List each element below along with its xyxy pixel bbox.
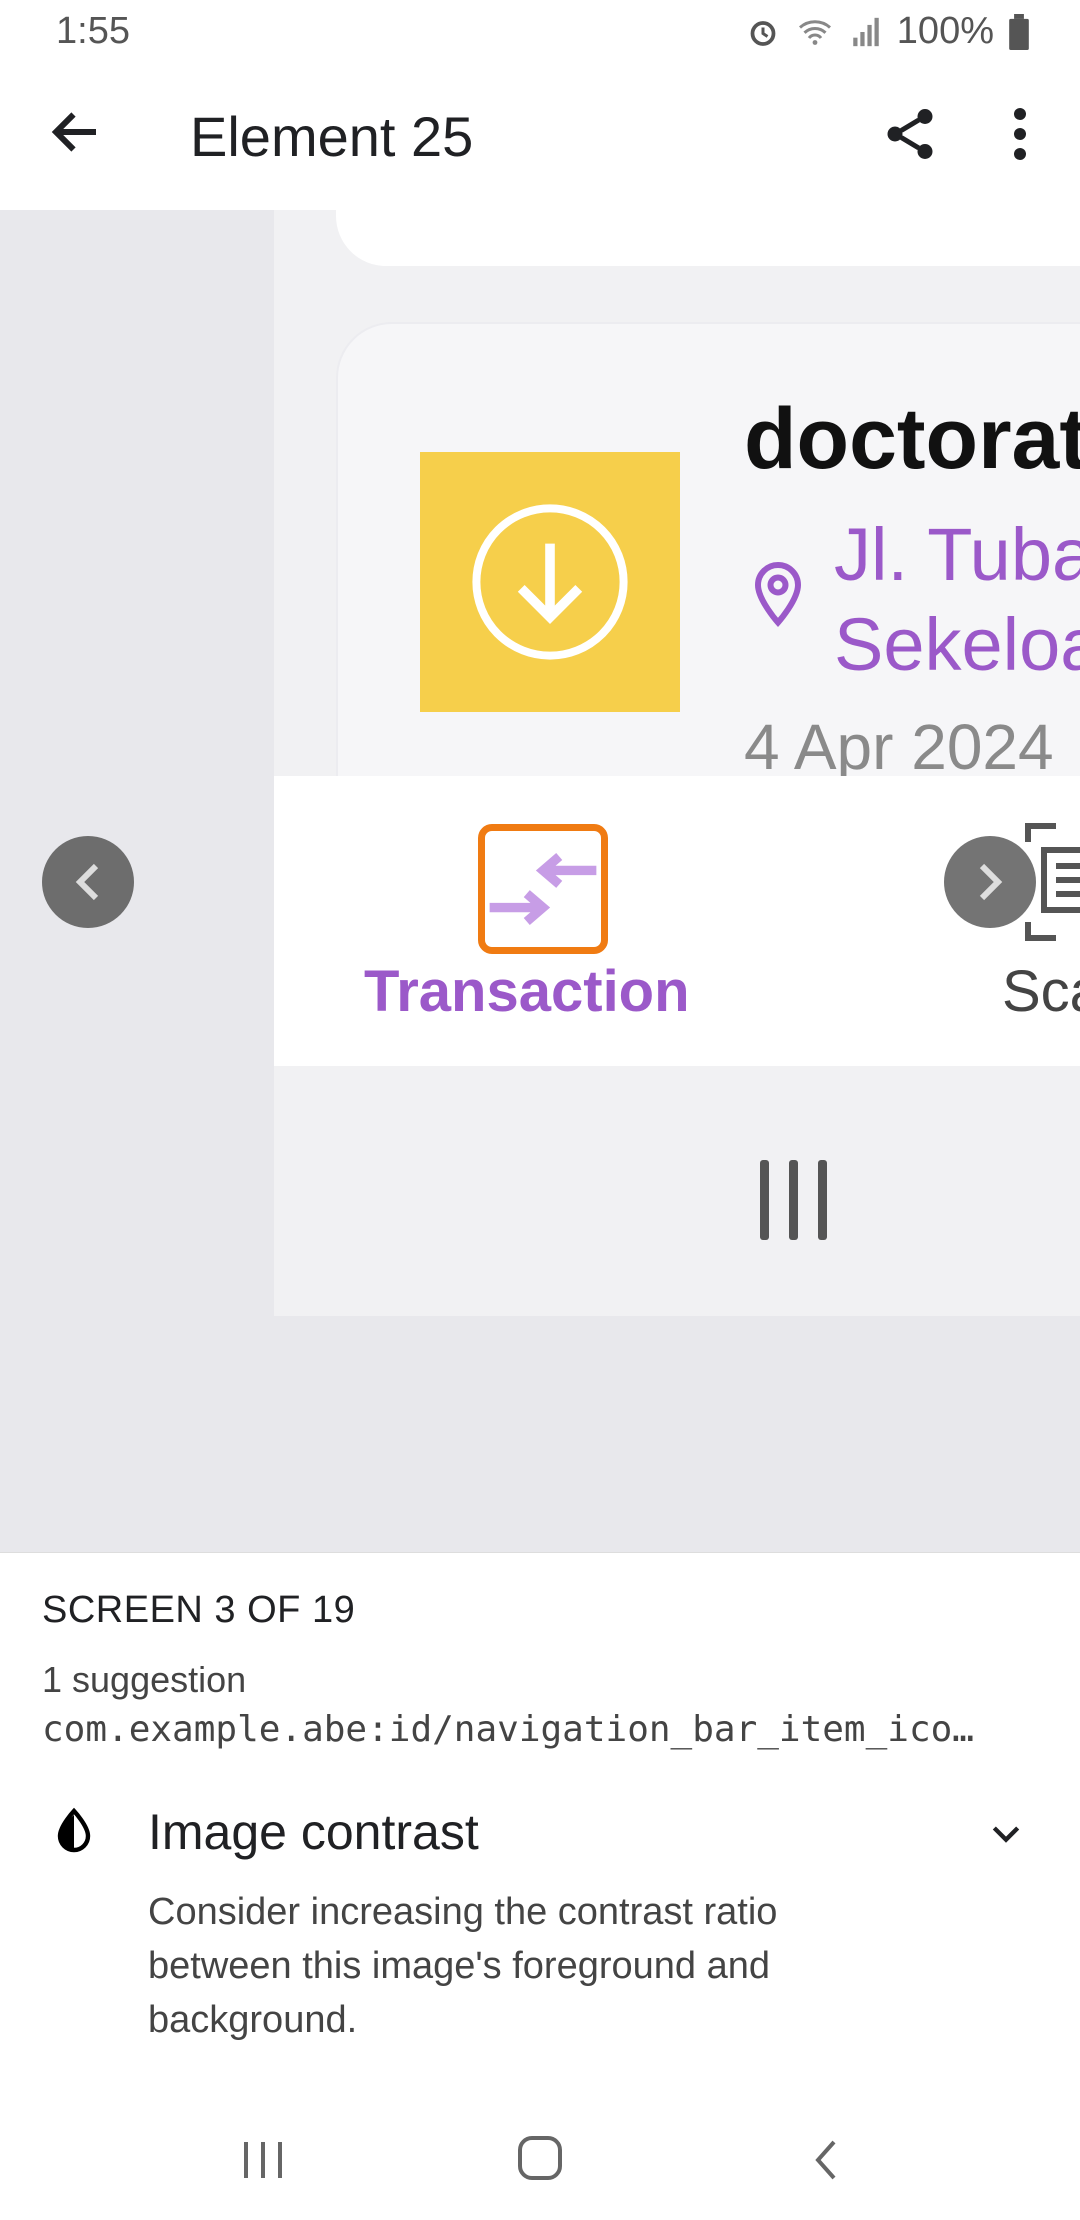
download-icon <box>472 504 628 660</box>
transaction-icon <box>489 852 597 926</box>
status-time: 1:55 <box>56 10 130 52</box>
battery-icon <box>1009 13 1029 50</box>
battery-percent: 100% <box>896 10 994 52</box>
issue-title[interactable]: Image contrast <box>148 1803 479 1861</box>
issue-description: Consider increasing the contrast ratio b… <box>148 1891 778 2041</box>
contrast-icon <box>57 1807 91 1853</box>
app-bar: Element 25 <box>0 64 1080 210</box>
system-navigation-bar <box>0 2092 1080 2220</box>
home-button-icon[interactable] <box>518 2136 562 2180</box>
resource-id: com.example.abe:id/navigation_bar_item_i… <box>42 1709 974 1750</box>
screen-count: SCREEN 3 OF 19 <box>42 1589 356 1631</box>
location-pin-icon <box>754 561 802 628</box>
address-line-2: Sekeloa <box>834 603 1080 686</box>
system-back-icon[interactable] <box>806 2136 846 2184</box>
status-bar: 1:55 100% <box>0 0 1080 64</box>
nav-item-transaction-label: Transaction <box>364 959 690 1024</box>
nav-item-scan-label: Sca <box>1002 959 1080 1024</box>
screenshot-preview: doctorat Jl. Tuba Sekeloa 4 Apr 2024 Tra… <box>0 210 1080 1552</box>
address-line-1: Jl. Tuba <box>834 513 1080 596</box>
card-date: 4 Apr 2024 <box>744 711 1054 783</box>
wifi-icon <box>798 19 831 45</box>
status-right: 100% <box>745 10 1030 53</box>
share-icon[interactable] <box>880 104 940 164</box>
alarm-icon <box>750 20 776 46</box>
previous-screen-button[interactable] <box>42 836 134 928</box>
card-title: doctorat <box>744 391 1080 487</box>
recent-apps-icon <box>760 1160 827 1240</box>
next-screen-button[interactable] <box>944 836 1036 928</box>
back-arrow-icon[interactable] <box>46 102 106 162</box>
recent-apps-button-icon[interactable] <box>238 2140 288 2180</box>
suggestion-count: 1 suggestion <box>42 1659 247 1700</box>
page-title: Element 25 <box>190 105 474 168</box>
app-screenshot: doctorat Jl. Tuba Sekeloa 4 Apr 2024 Tra… <box>274 210 1080 1316</box>
chevron-right-icon <box>979 863 1003 901</box>
chevron-down-icon[interactable] <box>986 1813 1026 1853</box>
chevron-left-icon <box>75 863 99 901</box>
highlighted-element[interactable] <box>478 824 608 954</box>
suggestion-panel: SCREEN 3 OF 19 1 suggestion com.example.… <box>0 1552 1080 2093</box>
card-top <box>336 210 1080 266</box>
more-options-icon[interactable] <box>1000 104 1040 164</box>
signal-icon <box>853 17 879 46</box>
